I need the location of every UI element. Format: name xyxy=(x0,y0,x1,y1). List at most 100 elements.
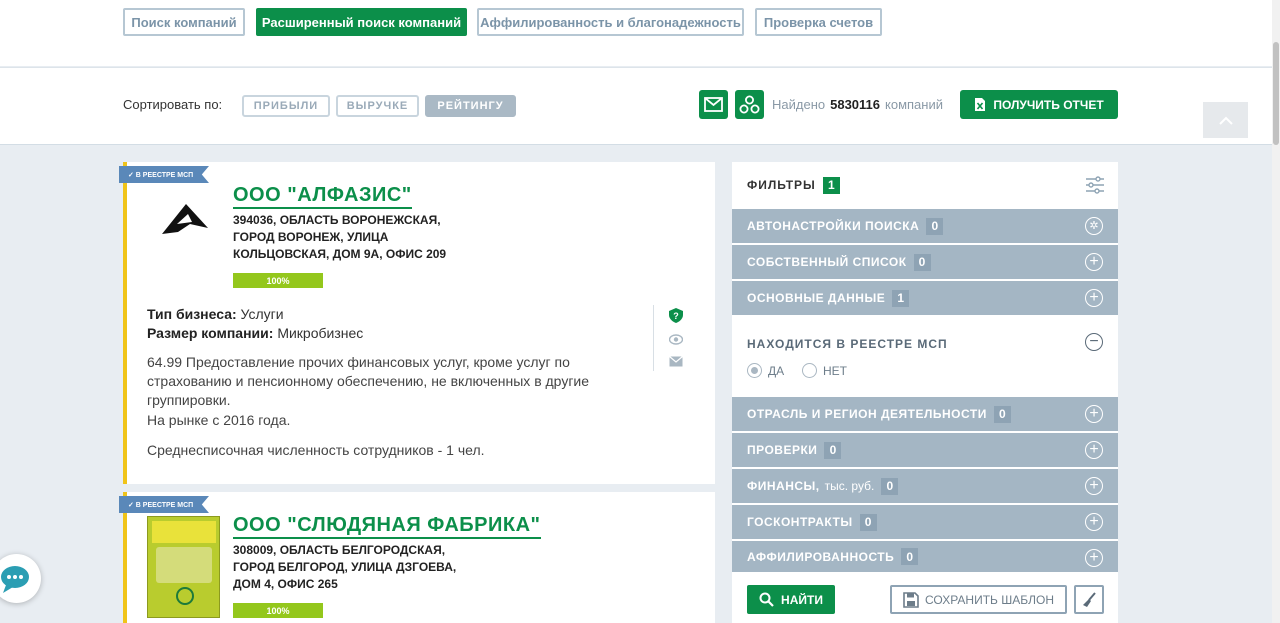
radio-circle xyxy=(802,363,817,378)
found-number: 5830116 xyxy=(830,97,881,112)
filters-header: ФИЛЬТРЫ 1 xyxy=(732,162,1118,208)
filter-count: 1 xyxy=(892,289,910,307)
filter-industry-region[interactable]: ОТРАСЛЬ И РЕГИОН ДЕЯТЕЛЬНОСТИ 0 + xyxy=(732,397,1118,431)
gear-icon: ✲ xyxy=(1085,217,1103,235)
plus-icon: + xyxy=(1085,441,1103,459)
minus-icon[interactable]: − xyxy=(1085,333,1103,351)
company-address: 308009, ОБЛАСТЬ БЕЛГОРОДСКАЯ, ГОРОД БЕЛГ… xyxy=(233,543,457,591)
company-name-link[interactable]: ООО "СЛЮДЯНАЯ ФАБРИКА" xyxy=(233,514,541,539)
company-address: 394036, ОБЛАСТЬ ВОРОНЕЖСКАЯ, ГОРОД ВОРОН… xyxy=(233,213,447,261)
get-report-button[interactable]: ПОЛУЧИТЬ ОТЧЕТ xyxy=(960,90,1118,119)
filter-count: 0 xyxy=(926,217,944,235)
mail-icon xyxy=(704,97,723,112)
activity-description: 64.99 Предоставление прочих финансовых у… xyxy=(147,354,590,408)
svg-text:?: ? xyxy=(673,311,679,321)
network-icon xyxy=(739,95,760,114)
eye-icon[interactable] xyxy=(668,332,684,350)
found-prefix: Найдено xyxy=(772,97,826,112)
sort-by-rating-button[interactable]: РЕЙТИНГУ xyxy=(425,95,516,117)
plus-icon: + xyxy=(1085,405,1103,423)
save-template-button[interactable]: СОХРАНИТЬ ШАБЛОН xyxy=(890,585,1067,614)
tab-advanced-search[interactable]: Расширенный поиск компаний xyxy=(256,8,467,36)
rating-bar: 100% xyxy=(233,273,323,288)
filter-label: АВТОНАСТРОЙКИ ПОИСКА xyxy=(747,219,920,233)
filter-own-list[interactable]: СОБСТВЕННЫЙ СПИСОК 0 + xyxy=(732,245,1118,279)
business-type: Тип бизнеса: Услуги xyxy=(147,305,284,324)
sort-by-profit-button[interactable]: ПРИБЫЛИ xyxy=(242,95,330,117)
plus-icon: + xyxy=(1085,513,1103,531)
market-since: На рынке с 2016 года. xyxy=(147,412,291,428)
mail-button[interactable] xyxy=(699,90,728,119)
card-actions: ? xyxy=(653,305,693,371)
results-count: Найдено 5830116 компаний xyxy=(772,97,943,112)
filter-label: ПРОВЕРКИ xyxy=(747,443,818,457)
filter-count: 0 xyxy=(824,441,842,459)
rating-bar: 100% xyxy=(233,603,323,618)
tab-account-check[interactable]: Проверка счетов xyxy=(755,8,882,36)
filter-count: 0 xyxy=(993,405,1011,423)
tab-company-search[interactable]: Поиск компаний xyxy=(123,8,245,36)
report-icon xyxy=(975,98,986,111)
filters-panel: ФИЛЬТРЫ 1 АВТОНАСТРОЙКИ ПОИСКА 0 ✲ СОБСТ… xyxy=(732,162,1118,623)
radio-no[interactable]: НЕТ xyxy=(802,363,847,378)
filter-finances[interactable]: ФИНАНСЫ, тыс. руб. 0 + xyxy=(732,469,1118,503)
sort-label: Сортировать по: xyxy=(123,97,223,112)
company-card: ✓ В РЕЕСТРЕ МСП ООО "АЛФАЗИС" 394036, ОБ… xyxy=(119,162,715,484)
top-navigation: Поиск компаний Расширенный поиск компани… xyxy=(0,0,1272,66)
company-size-label: Размер компании: xyxy=(147,325,274,341)
plus-icon: + xyxy=(1085,549,1103,567)
find-label: НАЙТИ xyxy=(781,592,823,607)
scroll-top-button[interactable] xyxy=(1203,102,1248,138)
radio-label: НЕТ xyxy=(823,363,847,378)
filters-count-badge: 1 xyxy=(822,176,840,194)
company-size: Размер компании: Микробизнес xyxy=(147,324,363,343)
filter-sublabel: тыс. руб. xyxy=(824,479,875,493)
found-suffix: компаний xyxy=(885,97,943,112)
filter-label: ОТРАСЛЬ И РЕГИОН ДЕЯТЕЛЬНОСТИ xyxy=(747,407,987,421)
chevron-up-icon xyxy=(1218,116,1233,125)
network-button[interactable] xyxy=(735,90,764,119)
scrollbar-thumb[interactable] xyxy=(1273,42,1279,145)
filter-label: НАХОДИТСЯ В РЕЕСТРЕ МСП xyxy=(747,337,948,351)
chat-icon xyxy=(0,565,29,593)
filter-autosettings[interactable]: АВТОНАСТРОЙКИ ПОИСКА 0 ✲ xyxy=(732,209,1118,243)
tab-affiliation[interactable]: Аффилированность и благонадежность xyxy=(477,8,744,36)
clear-filters-button[interactable] xyxy=(1074,585,1104,614)
filter-gov-contracts[interactable]: ГОСКОНТРАКТЫ 0 + xyxy=(732,505,1118,539)
filter-main-data[interactable]: ОСНОВНЫЕ ДАННЫЕ 1 + xyxy=(732,281,1118,315)
filter-inspections[interactable]: ПРОВЕРКИ 0 + xyxy=(732,433,1118,467)
search-icon xyxy=(759,592,774,607)
filter-msp-registry: НАХОДИТСЯ В РЕЕСТРЕ МСП − ДА НЕТ xyxy=(732,318,1118,398)
company-card: ✓ В РЕЕСТРЕ МСП ООО "СЛЮДЯНАЯ ФАБРИКА" 3… xyxy=(119,492,715,623)
company-name-link[interactable]: ООО "АЛФАЗИС" xyxy=(233,184,412,209)
company-logo xyxy=(147,516,220,618)
save-template-label: СОХРАНИТЬ ШАБЛОН xyxy=(925,592,1054,607)
filter-label: ГОСКОНТРАКТЫ xyxy=(747,515,853,529)
shield-check-icon[interactable]: ? xyxy=(669,308,683,328)
plus-icon: + xyxy=(1085,477,1103,495)
filters-actions: НАЙТИ СОХРАНИТЬ ШАБЛОН xyxy=(732,572,1118,623)
msp-registry-badge: ✓ В РЕЕСТРЕ МСП xyxy=(119,496,209,513)
envelope-icon[interactable] xyxy=(669,354,683,372)
company-size-value: Микробизнес xyxy=(277,325,364,341)
sort-by-revenue-button[interactable]: ВЫРУЧКЕ xyxy=(336,95,419,117)
get-report-label: ПОЛУЧИТЬ ОТЧЕТ xyxy=(993,97,1104,112)
radio-circle xyxy=(747,363,762,378)
plus-icon: + xyxy=(1085,289,1103,307)
find-button[interactable]: НАЙТИ xyxy=(747,585,835,614)
filter-label: ОСНОВНЫЕ ДАННЫЕ xyxy=(747,291,886,305)
radio-yes[interactable]: ДА xyxy=(747,363,784,378)
filter-label: СОБСТВЕННЫЙ СПИСОК xyxy=(747,255,907,269)
filter-count: 0 xyxy=(913,253,931,271)
chat-button[interactable] xyxy=(0,554,41,603)
filter-label: ФИНАНСЫ, xyxy=(747,479,820,493)
filter-count: 0 xyxy=(859,513,877,531)
plus-icon: + xyxy=(1085,253,1103,271)
filter-count: 0 xyxy=(901,548,919,565)
filter-label: АФФИЛИРОВАННОСТЬ xyxy=(747,549,895,564)
business-type-label: Тип бизнеса: xyxy=(147,306,237,322)
filter-affiliation[interactable]: АФФИЛИРОВАННОСТЬ 0 + xyxy=(732,541,1118,572)
filter-settings-icon[interactable] xyxy=(1085,176,1105,199)
page-scrollbar[interactable] xyxy=(1272,0,1280,623)
msp-registry-badge: ✓ В РЕЕСТРЕ МСП xyxy=(119,166,209,183)
